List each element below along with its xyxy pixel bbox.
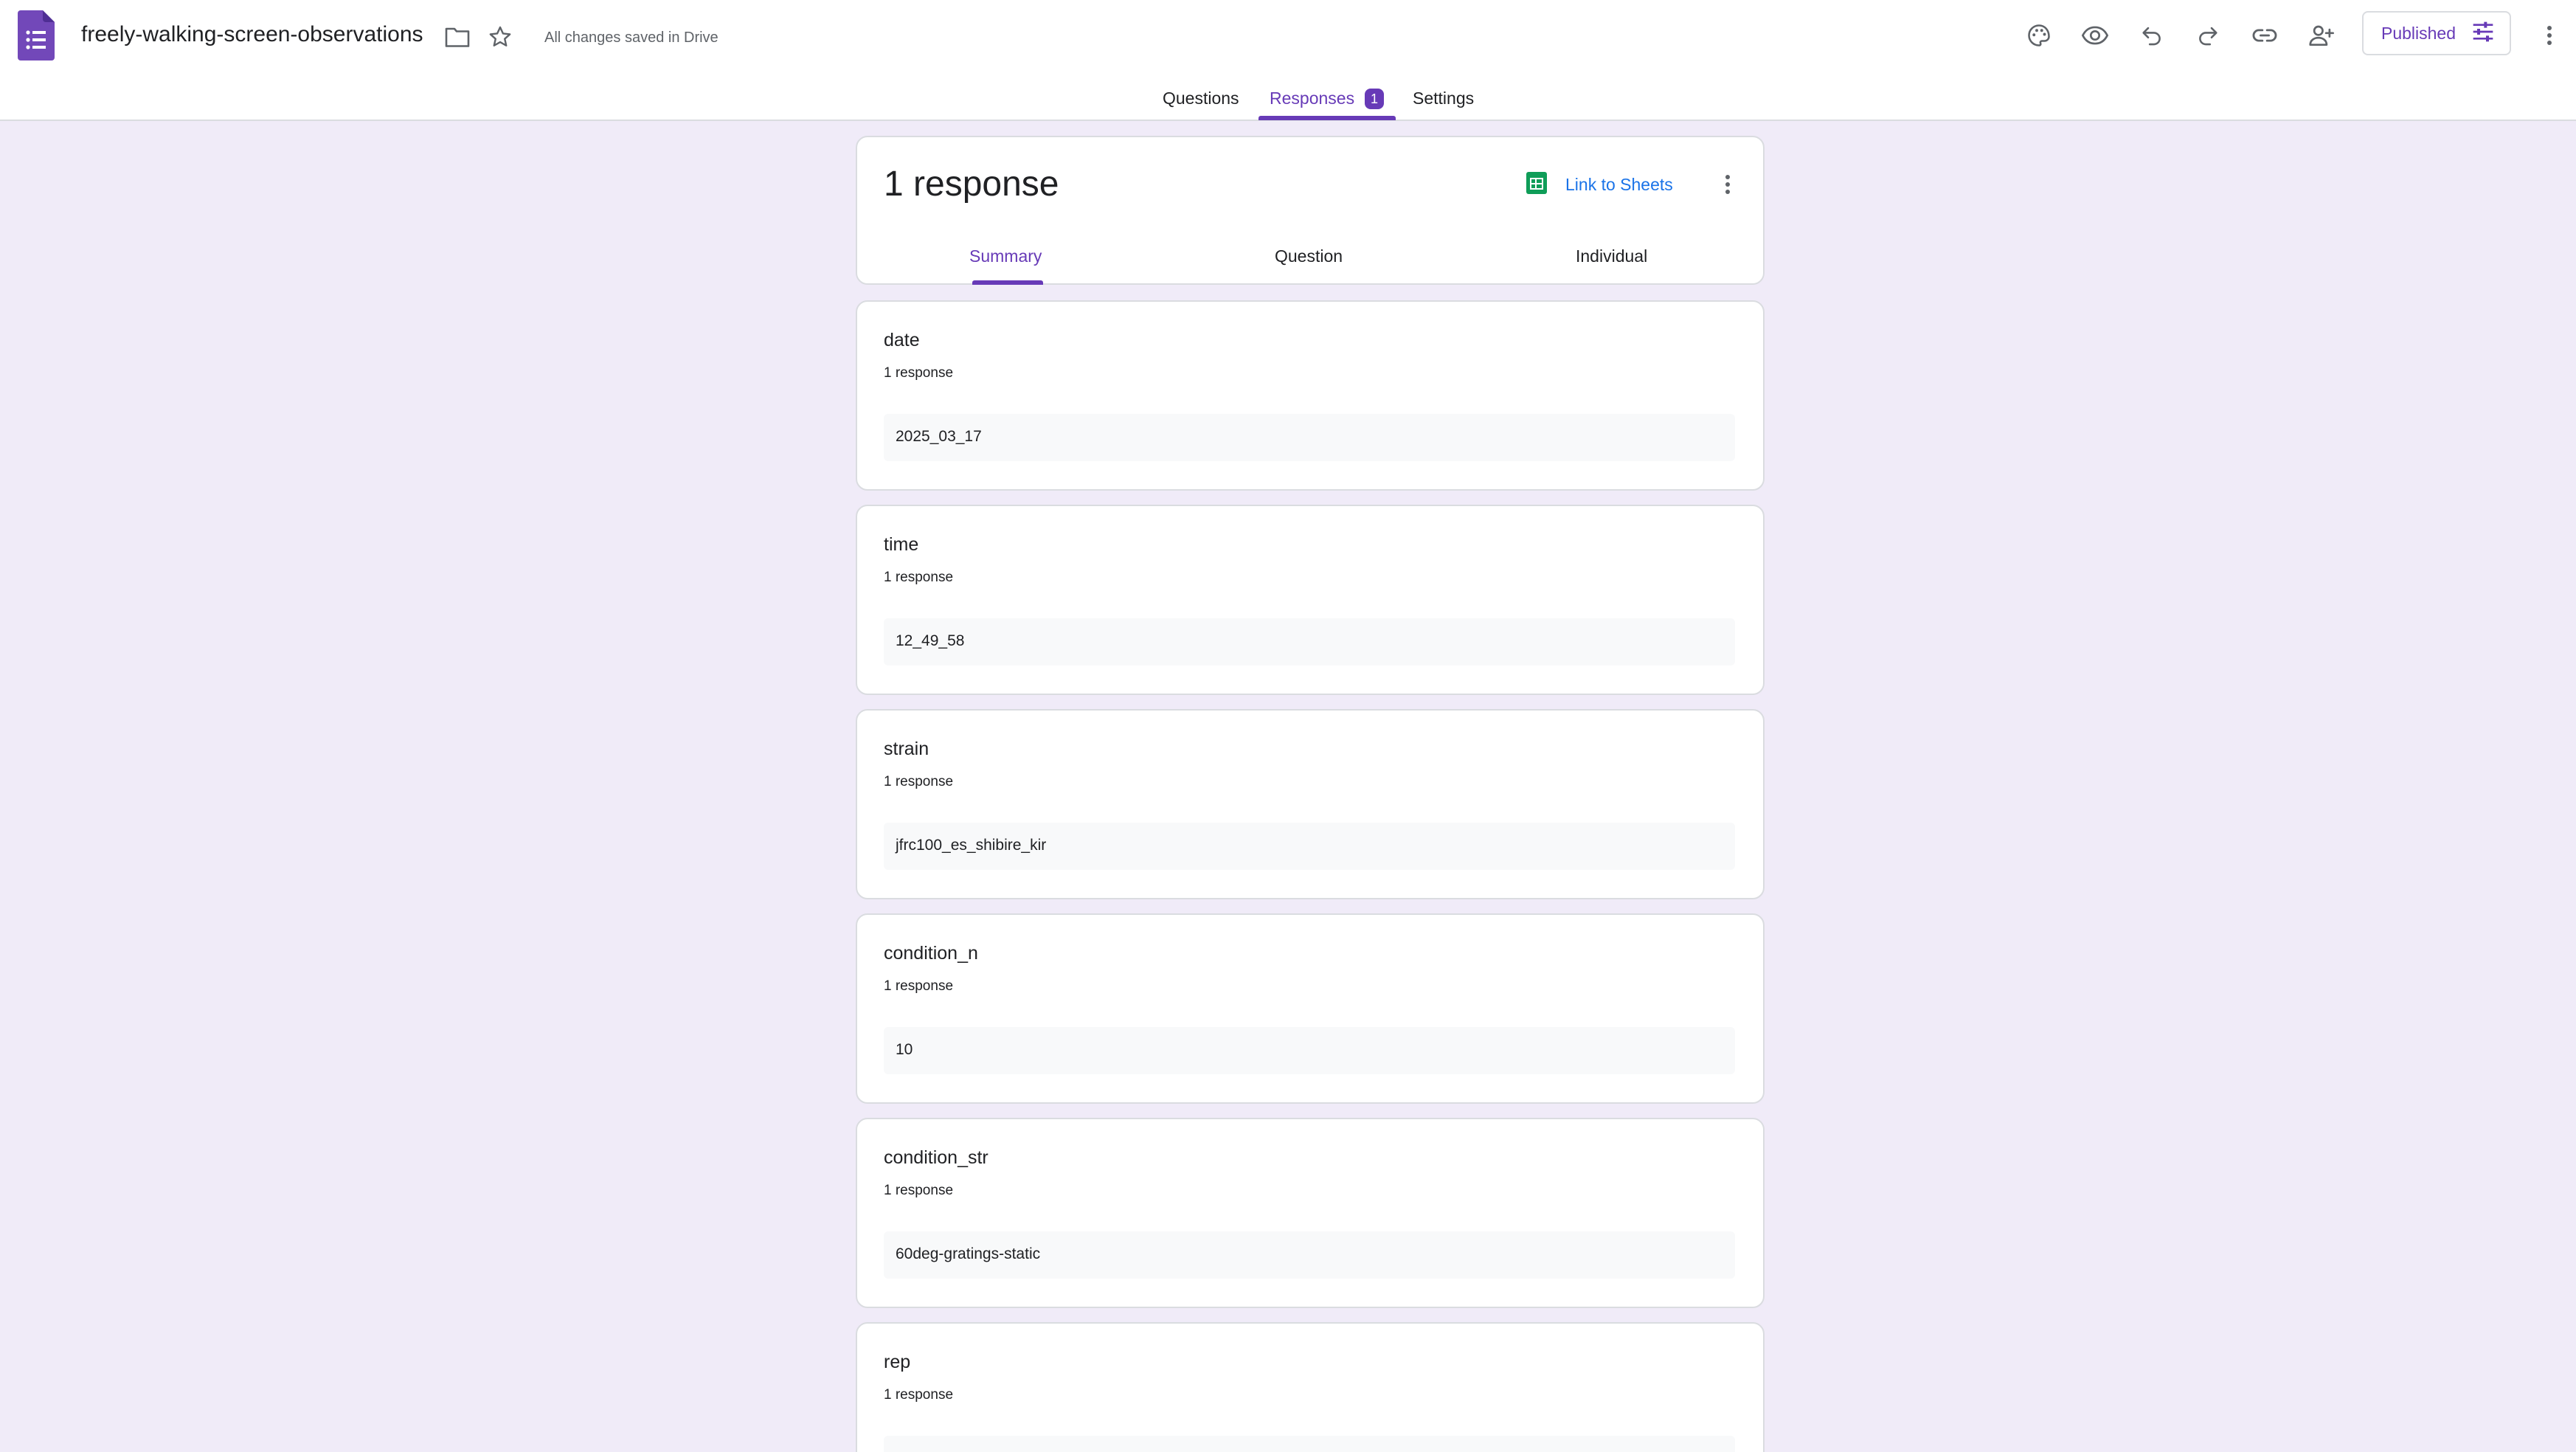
- answer-text: 60deg-gratings-static: [896, 1245, 1041, 1262]
- tab-questions[interactable]: Questions: [1163, 89, 1239, 108]
- responses-count-badge: 1: [1365, 89, 1384, 109]
- question-title: rep: [884, 1352, 911, 1372]
- top-bar: freely-walking-screen-observations All c…: [0, 0, 2576, 121]
- question-card: condition_n 1 response 10: [856, 913, 1765, 1104]
- active-tab-indicator: [1258, 116, 1396, 120]
- main-tabs: Questions Responses 1 Settings: [0, 81, 2576, 121]
- answer-item: 12_49_58: [884, 618, 1735, 666]
- answer-text: 2025_03_17: [896, 428, 982, 445]
- question-title: condition_str: [884, 1147, 988, 1168]
- tune-icon: [2471, 21, 2495, 46]
- palette-icon[interactable]: [2020, 16, 2058, 55]
- save-status: All changes saved in Drive: [544, 30, 719, 46]
- question-card: strain 1 response jfrc100_es_shibire_kir: [856, 709, 1765, 899]
- answer-item: 60deg-gratings-static: [884, 1231, 1735, 1279]
- question-response-count: 1 response: [884, 978, 954, 994]
- subtab-individual[interactable]: Individual: [1576, 246, 1647, 266]
- question-title: time: [884, 534, 919, 555]
- responses-summary-card: 1 response Link to Sheets Summary Questi…: [856, 136, 1765, 285]
- responses-more-options-icon[interactable]: [1710, 167, 1745, 202]
- question-title: date: [884, 330, 920, 350]
- question-response-count: 1 response: [884, 774, 954, 789]
- undo-icon[interactable]: [2133, 16, 2171, 55]
- answer-item: [884, 1436, 1735, 1452]
- subtab-summary[interactable]: Summary: [969, 246, 1042, 266]
- question-title: condition_n: [884, 943, 978, 964]
- published-button[interactable]: Published: [2362, 11, 2511, 55]
- link-to-sheets-button[interactable]: Link to Sheets: [1526, 170, 1673, 199]
- google-forms-logo-icon[interactable]: [18, 10, 55, 60]
- question-response-count: 1 response: [884, 1183, 954, 1198]
- sheets-icon: [1526, 171, 1548, 198]
- tab-settings[interactable]: Settings: [1413, 89, 1474, 108]
- more-vert-icon[interactable]: [2530, 16, 2569, 55]
- active-subtab-indicator: [972, 280, 1043, 285]
- question-title: strain: [884, 739, 929, 759]
- answer-text: jfrc100_es_shibire_kir: [896, 837, 1047, 854]
- subtab-question[interactable]: Question: [1275, 246, 1343, 266]
- eye-icon[interactable]: [2076, 16, 2114, 55]
- forms-app: freely-walking-screen-observations All c…: [0, 0, 2576, 1452]
- answer-item: 2025_03_17: [884, 414, 1735, 461]
- question-card: date 1 response 2025_03_17: [856, 300, 1765, 491]
- question-response-count: 1 response: [884, 365, 954, 381]
- add-person-icon[interactable]: [2302, 16, 2340, 55]
- answer-item: jfrc100_es_shibire_kir: [884, 823, 1735, 870]
- question-card: time 1 response 12_49_58: [856, 505, 1765, 695]
- published-label: Published: [2381, 23, 2456, 43]
- response-count-heading: 1 response: [884, 165, 1059, 204]
- answer-item: 10: [884, 1027, 1735, 1074]
- question-response-count: 1 response: [884, 1387, 954, 1403]
- answer-text: 10: [896, 1041, 913, 1058]
- question-card: rep 1 response: [856, 1322, 1765, 1452]
- redo-icon[interactable]: [2189, 16, 2227, 55]
- star-icon[interactable]: [485, 22, 515, 52]
- link-icon[interactable]: [2246, 16, 2284, 55]
- folder-icon[interactable]: [443, 22, 472, 52]
- question-response-count: 1 response: [884, 570, 954, 585]
- link-to-sheets-label: Link to Sheets: [1565, 174, 1673, 194]
- form-title[interactable]: freely-walking-screen-observations: [81, 22, 423, 47]
- answer-text: 12_49_58: [896, 632, 965, 649]
- question-card: condition_str 1 response 60deg-gratings-…: [856, 1118, 1765, 1308]
- tab-responses[interactable]: Responses: [1270, 89, 1354, 108]
